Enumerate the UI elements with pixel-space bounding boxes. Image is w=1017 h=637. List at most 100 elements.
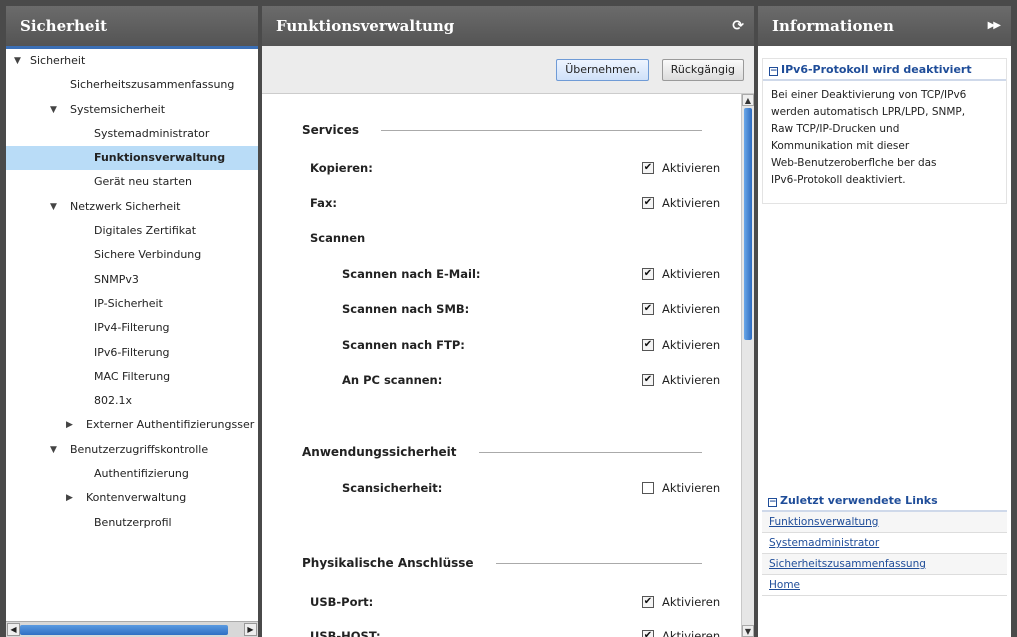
recent-links-title: Zuletzt verwendete Links xyxy=(780,494,938,507)
tree-item-label: Systemadministrator xyxy=(94,126,210,140)
section-app-security: Anwendungssicherheit xyxy=(302,445,702,459)
recent-link[interactable]: Sicherheitszusammenfassung xyxy=(762,554,1007,575)
tree-item[interactable]: IPv4-Filterung xyxy=(6,316,258,340)
row-scannen: Scannen xyxy=(310,228,702,248)
collapsed-arrow-icon[interactable]: ▶ xyxy=(66,486,73,510)
collapsed-arrow-icon[interactable]: ▶ xyxy=(66,413,73,437)
tree-item[interactable]: SNMPv3 xyxy=(6,268,258,292)
info-line: Raw TCP/IP-Drucken und xyxy=(771,123,900,135)
apply-button[interactable]: Übernehmen. xyxy=(556,59,649,81)
usb-port-checkbox[interactable]: ✔ xyxy=(642,596,654,608)
recent-link[interactable]: Home xyxy=(762,575,1007,596)
checkbox-label: Aktivieren xyxy=(662,267,721,281)
row-scan-pc: An PC scannen: ✔ Aktivieren xyxy=(342,370,720,390)
row-label: An PC scannen: xyxy=(342,373,443,387)
tree-item[interactable]: Authentifizierung xyxy=(6,462,258,486)
tree-item[interactable]: Sichere Verbindung xyxy=(6,243,258,267)
info-box-title: IPv6-Protokoll wird deaktiviert xyxy=(781,63,972,76)
scrollbar-thumb[interactable] xyxy=(20,625,228,635)
checkbox-label: Aktivieren xyxy=(662,373,721,387)
tree-item[interactable]: Sicherheitszusammenfassung xyxy=(6,73,258,97)
tree-item[interactable]: ▼ Netzwerk Sicherheit xyxy=(6,195,258,219)
tree-item-label: Sicherheit xyxy=(30,54,86,67)
row-label: Scannen nach SMB: xyxy=(342,302,470,316)
expanded-arrow-icon[interactable]: ▼ xyxy=(50,98,57,122)
tree-item[interactable]: MAC Filterung xyxy=(6,365,258,389)
scan-ftp-checkbox[interactable]: ✔ xyxy=(642,339,654,351)
tree-item-label: IPv6-Filterung xyxy=(94,345,170,359)
tree-item-label: Digitales Zertifikat xyxy=(94,224,197,238)
row-scan-smb: Scannen nach SMB: ✔ Aktivieren xyxy=(342,299,720,319)
checkbox-label: Aktivieren xyxy=(662,302,721,316)
expanded-arrow-icon[interactable]: ▼ xyxy=(14,49,21,73)
info-box: − IPv6-Protokoll wird deaktiviert Bei ein… xyxy=(762,58,1007,204)
row-scan-ftp: Scannen nach FTP: ✔ Aktivieren xyxy=(342,335,720,355)
tree-item[interactable]: Benutzerprofil xyxy=(6,511,258,535)
row-fax: Fax: ✔ Aktivieren xyxy=(310,193,720,213)
settings-form: Services Kopieren: ✔ Aktivieren Fax: ✔ A… xyxy=(262,94,754,637)
checkbox-label: Aktivieren xyxy=(662,595,721,609)
usb-host-checkbox[interactable]: ✔ xyxy=(642,630,654,637)
tree-item[interactable]: IPv6-Filterung xyxy=(6,341,258,365)
recent-links-list: Funktionsverwaltung Systemadministrator Si… xyxy=(762,512,1007,596)
recent-link[interactable]: Systemadministrator xyxy=(762,533,1007,554)
scan-smb-checkbox[interactable]: ✔ xyxy=(642,303,654,315)
row-label: USB-HOST: xyxy=(310,629,381,637)
horizontal-scrollbar[interactable]: ◀ ▶ xyxy=(6,621,258,637)
scrollbar-thumb[interactable] xyxy=(744,108,752,340)
scroll-left-icon[interactable]: ◀ xyxy=(7,623,20,636)
checkbox-label: Aktivieren xyxy=(662,629,721,637)
scroll-up-icon[interactable]: ▲ xyxy=(742,94,754,106)
tree-item[interactable]: IP-Sicherheit xyxy=(6,292,258,316)
tree-item[interactable]: ▼ Systemsicherheit xyxy=(6,98,258,122)
row-usb-host: USB-HOST: ✔ Aktivieren xyxy=(310,626,720,637)
left-panel-title: Sicherheit xyxy=(6,6,258,49)
tree-item[interactable]: Gerät neu starten xyxy=(6,170,258,194)
recent-link[interactable]: Funktionsverwaltung xyxy=(762,512,1007,533)
collapse-icon[interactable]: − xyxy=(769,67,778,76)
divider xyxy=(381,129,702,131)
scan-email-checkbox[interactable]: ✔ xyxy=(642,268,654,280)
tree-item-label: Sicherheitszusammenfassung xyxy=(70,78,235,92)
tree-item[interactable]: 802.1x xyxy=(6,389,258,413)
row-label: Scansicherheit: xyxy=(342,481,443,495)
info-text: Bei einer Deaktivierung von TCP/IPv6 werd… xyxy=(763,81,1006,195)
expanded-arrow-icon[interactable]: ▼ xyxy=(50,438,57,462)
tree-item[interactable]: Funktionsverwaltung xyxy=(6,146,258,171)
kopieren-checkbox[interactable]: ✔ xyxy=(642,162,654,174)
tree-item[interactable]: Digitales Zertifikat xyxy=(6,219,258,243)
row-kopieren: Kopieren: ✔ Aktivieren xyxy=(310,158,720,178)
section-physical-ports: Physikalische Anschlüsse xyxy=(302,556,702,570)
checkbox-label: Aktivieren xyxy=(662,161,721,175)
fax-checkbox[interactable]: ✔ xyxy=(642,197,654,209)
row-scan-email: Scannen nach E-Mail: ✔ Aktivieren xyxy=(342,264,720,284)
vertical-scrollbar[interactable]: ▲ ▼ xyxy=(741,94,754,637)
tree-item-label: Benutzerzugriffskontrolle xyxy=(70,442,209,456)
tree-item-label: Netzwerk Sicherheit xyxy=(70,199,181,213)
scan-security-checkbox[interactable] xyxy=(642,482,654,494)
scan-pc-checkbox[interactable]: ✔ xyxy=(642,374,654,386)
expanded-arrow-icon[interactable]: ▼ xyxy=(50,195,57,219)
tree-item[interactable]: ▼ Benutzerzugriffskontrolle xyxy=(6,438,258,462)
tree-item[interactable]: Systemadministrator xyxy=(6,122,258,146)
divider xyxy=(478,451,702,453)
scroll-right-icon[interactable]: ▶ xyxy=(244,623,257,636)
info-box-header[interactable]: − IPv6-Protokoll wird deaktiviert xyxy=(763,59,1006,81)
row-scan-security: Scansicherheit: Aktivieren xyxy=(342,478,720,498)
tree-item[interactable]: ▶ Kontenverwaltung xyxy=(6,486,258,510)
refresh-icon[interactable]: ⟳ xyxy=(732,6,744,46)
undo-button[interactable]: Rückgängig xyxy=(661,59,744,81)
collapse-icon[interactable]: − xyxy=(768,498,777,507)
row-label: Kopieren: xyxy=(310,161,373,175)
row-label: Scannen nach FTP: xyxy=(342,338,465,352)
tree-item[interactable]: ▼ Sicherheit xyxy=(6,49,258,73)
checkbox-label: Aktivieren xyxy=(662,338,721,352)
scroll-down-icon[interactable]: ▼ xyxy=(742,625,754,637)
recent-links-header[interactable]: − Zuletzt verwendete Links xyxy=(762,490,1007,512)
section-title: Physikalische Anschlüsse xyxy=(302,556,474,570)
toolbar: Übernehmen. Rückgängig xyxy=(262,46,754,94)
expand-icon[interactable]: ▶▶ xyxy=(988,6,1001,46)
tree-item[interactable]: ▶ Externer Authentifizierungsser xyxy=(6,413,258,437)
row-label: Fax: xyxy=(310,196,337,210)
tree-item-label: IP-Sicherheit xyxy=(94,296,163,310)
